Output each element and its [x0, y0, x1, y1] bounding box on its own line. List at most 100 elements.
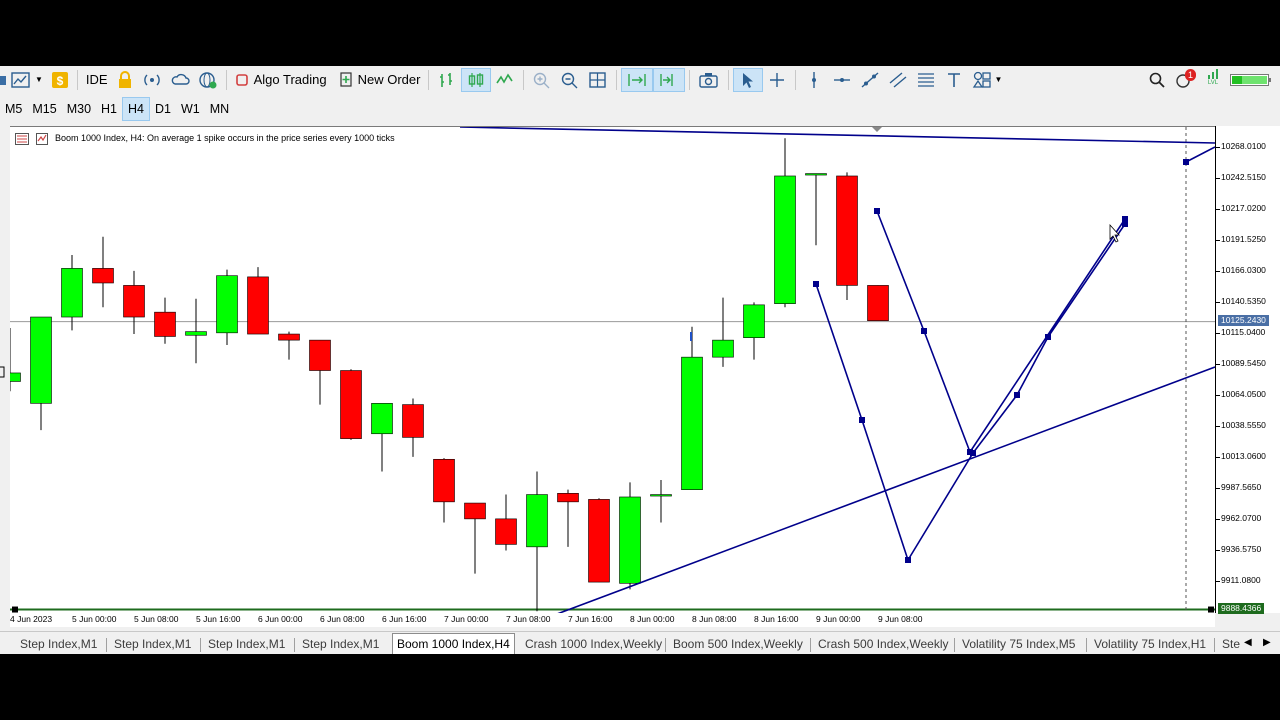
low-line-handle[interactable] [12, 606, 18, 613]
fibonacci-button[interactable] [912, 68, 940, 92]
object-handle[interactable] [921, 328, 927, 334]
shapes-button[interactable]: ▼ [968, 68, 1006, 92]
chart-tab[interactable]: Boom 1000 Index,H4 [392, 633, 515, 654]
price-chart[interactable] [10, 127, 1215, 614]
candlestick-chart-button[interactable] [461, 67, 492, 92]
text-tool-button[interactable] [940, 68, 968, 92]
candle [10, 372, 21, 382]
object-handle[interactable] [905, 557, 911, 563]
new-order-button[interactable]: New Order [335, 68, 425, 92]
zigzag-line[interactable] [907, 452, 974, 561]
timeframe-m15[interactable]: M15 [27, 97, 61, 121]
zigzag-line[interactable] [1047, 223, 1126, 338]
chart-tab[interactable]: Step Index,M1 [114, 635, 191, 653]
low-line-handle[interactable] [1208, 606, 1214, 613]
zigzag-line[interactable] [923, 330, 971, 453]
price-tick-label: 10191.5250 [1221, 234, 1266, 244]
chart-properties-icon[interactable] [36, 133, 48, 145]
candle [712, 339, 734, 358]
timeframe-d1[interactable]: D1 [150, 97, 176, 121]
trendline-button[interactable] [856, 68, 884, 92]
market-button[interactable]: $ [47, 68, 73, 92]
crosshair-button[interactable] [763, 68, 791, 92]
partial-icon [0, 75, 6, 85]
connection-bar-icon [1230, 73, 1271, 86]
screenshot-button[interactable] [694, 68, 724, 92]
object-handle[interactable] [1122, 216, 1128, 222]
time-tick-label: 9 Jun 00:00 [816, 614, 861, 624]
bar-chart-button[interactable] [433, 68, 461, 92]
chart-tab[interactable]: Volatility 75 Index,H1 [1094, 635, 1206, 653]
vertical-line-button[interactable] [800, 68, 828, 92]
price-tick-mark [1216, 209, 1220, 210]
object-handle[interactable] [874, 208, 880, 214]
time-tick-label: 5 Jun 16:00 [196, 614, 241, 624]
chart-tab[interactable]: Step Index,M1 [208, 635, 285, 653]
tab-scroll-left-icon[interactable]: ◀ [1244, 637, 1252, 648]
lock-button[interactable] [112, 68, 138, 92]
chart-tab[interactable]: Step Index,M1 [20, 635, 97, 653]
chart-tab[interactable]: Ste [1222, 635, 1240, 653]
line-chart-button[interactable] [491, 68, 519, 92]
auto-scroll-button[interactable] [621, 67, 654, 92]
upper-trendline[interactable] [459, 127, 1215, 144]
ray-line[interactable] [1185, 146, 1215, 163]
candle [743, 304, 765, 338]
object-handle[interactable] [813, 281, 819, 287]
toolbar-separator [689, 69, 691, 90]
toolbar-separator [728, 69, 730, 90]
search-button[interactable] [1144, 68, 1170, 92]
candle [278, 333, 300, 341]
object-handle[interactable] [1183, 159, 1189, 165]
algo-trading-button[interactable]: Algo Trading [231, 68, 331, 92]
tab-scroll-right-icon[interactable]: ▶ [1263, 637, 1271, 648]
channel-button[interactable] [884, 68, 912, 92]
object-handle[interactable] [859, 417, 865, 423]
new-order-icon [339, 71, 352, 87]
notifications-button[interactable]: 1 [1170, 68, 1200, 92]
candle [526, 494, 548, 548]
time-axis[interactable]: 4 Jun 2023 5 Jun 00:00 5 Jun 08:00 5 Jun 16… [10, 613, 1215, 627]
chart-tab[interactable]: Boom 500 Index,Weekly [673, 635, 803, 653]
price-tick-label: 10089.5450 [1221, 358, 1266, 368]
cursor-tool-button[interactable] [733, 67, 764, 92]
timeframe-m5[interactable]: M5 [0, 97, 27, 121]
zoom-out-button[interactable] [556, 68, 584, 92]
zigzag-line[interactable] [861, 419, 909, 561]
ide-label: IDE [85, 72, 108, 87]
zoom-in-button[interactable] [528, 68, 556, 92]
tab-separator [294, 638, 295, 652]
line-chart-icon [496, 72, 514, 84]
chart-window[interactable]: Boom 1000 Index, H4: On average 1 spike … [10, 126, 1215, 614]
chart-tab[interactable]: Crash 500 Index,Weekly [818, 635, 949, 653]
signals-button[interactable] [138, 68, 166, 92]
chart-tab[interactable]: Step Index,M1 [302, 635, 379, 653]
vps-button[interactable] [166, 68, 194, 92]
zoom-in-icon [534, 72, 550, 88]
price-tick-label: 10166.0300 [1221, 265, 1266, 275]
price-axis[interactable]: 10268.0100 10242.5150 10217.0200 10191.5250… [1215, 126, 1280, 614]
zigzag-line[interactable] [1016, 336, 1049, 396]
chart-dropdown-button[interactable]: ▼ [0, 68, 47, 92]
timeframe-mn[interactable]: MN [205, 97, 234, 121]
time-tick-label: 9 Jun 08:00 [878, 614, 923, 624]
chart-shift-button[interactable] [653, 67, 686, 92]
object-handle[interactable] [1045, 334, 1051, 340]
chart-tab[interactable]: Crash 1000 Index,Weekly [525, 635, 662, 653]
signal-icon [143, 74, 160, 85]
tile-windows-button[interactable] [584, 68, 612, 92]
chart-tab[interactable]: Volatility 75 Index,M5 [962, 635, 1075, 653]
ide-button[interactable]: IDE [82, 68, 112, 92]
object-handle[interactable] [1014, 392, 1020, 398]
candle [433, 458, 455, 503]
timeframe-h4[interactable]: H4 [122, 97, 150, 121]
timeframe-w1[interactable]: W1 [176, 97, 205, 121]
timeframe-h1[interactable]: H1 [96, 97, 122, 121]
terminal-window: ▼ $ IDE Algo Trading New Order ▼ 1 LVL M… [0, 66, 1280, 654]
horizontal-line-button[interactable] [828, 68, 856, 92]
object-handle[interactable] [967, 449, 973, 455]
zigzag-line[interactable] [815, 283, 863, 421]
time-tick-label: 6 Jun 08:00 [320, 614, 365, 624]
timeframe-m30[interactable]: M30 [62, 97, 96, 121]
community-button[interactable] [194, 68, 222, 92]
